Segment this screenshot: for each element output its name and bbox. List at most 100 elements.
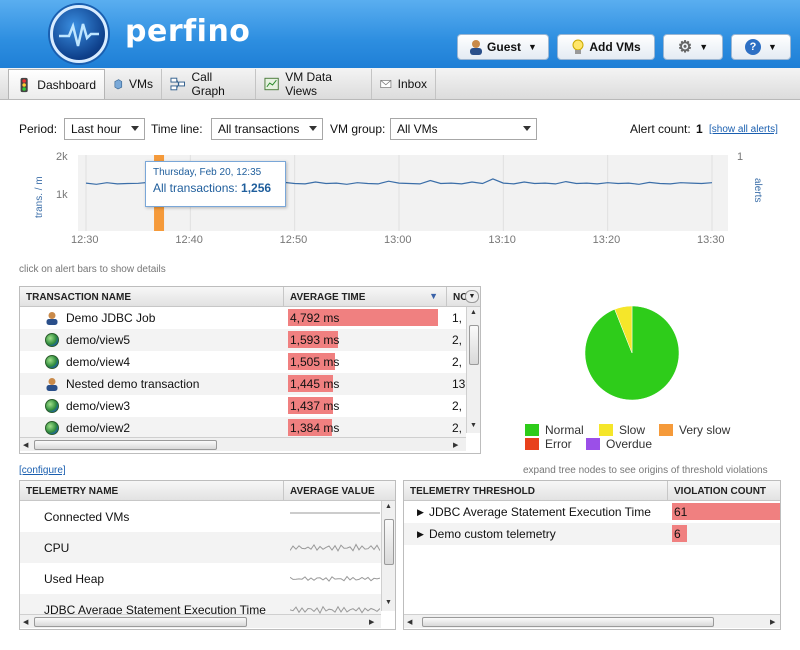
col-telemetry-name[interactable]: TELEMETRY NAME xyxy=(20,481,284,501)
average-time-value: 1,593 ms xyxy=(290,333,340,347)
timeline-select[interactable]: All transactions xyxy=(211,118,323,140)
tooltip-date: Thursday, Feb 20, 12:35 xyxy=(153,167,262,178)
threshold-row[interactable]: ▶ Demo custom telemetry 6 xyxy=(404,523,780,545)
column-menu-icon[interactable]: ▼ xyxy=(465,290,479,303)
scroll-thumb[interactable] xyxy=(384,519,394,565)
scroll-down-icon[interactable]: ▼ xyxy=(470,422,477,429)
tab-inbox[interactable]: Inbox xyxy=(372,69,436,99)
guest-menu-button[interactable]: Guest ▼ xyxy=(457,34,549,60)
app-header: perfino Guest ▼ Add VMs ⚙ ▼ ? ▼ xyxy=(0,0,800,68)
average-time-value: 1,437 ms xyxy=(290,399,340,413)
inbox-icon xyxy=(380,79,392,89)
table-row[interactable]: demo/view3 1,437 ms 2, xyxy=(20,395,466,417)
scroll-up-icon[interactable]: ▲ xyxy=(385,503,392,510)
scroll-right-icon[interactable]: ▶ xyxy=(453,441,458,449)
chevron-down-icon xyxy=(131,126,139,131)
scroll-thumb[interactable] xyxy=(422,617,714,627)
add-vms-button[interactable]: Add VMs xyxy=(557,34,655,60)
scroll-thumb[interactable] xyxy=(34,617,247,627)
threshold-name: Demo custom telemetry xyxy=(429,527,556,541)
x-tick-label: 12:40 xyxy=(175,234,203,246)
scroll-right-icon[interactable]: ▶ xyxy=(770,618,775,626)
legend-error: Error xyxy=(525,437,572,451)
table-row[interactable]: Demo JDBC Job 4,792 ms 1, xyxy=(20,307,466,329)
telemetry-row[interactable]: Used Heap xyxy=(20,563,381,594)
telemetry-name: Connected VMs xyxy=(44,510,130,524)
col-transaction-name[interactable]: TRANSACTION NAME xyxy=(20,287,284,307)
violation-count-cell: 61 xyxy=(672,501,780,523)
x-tick-label: 12:50 xyxy=(279,234,308,246)
alerts-axis-label: alerts xyxy=(752,178,763,203)
traffic-light-icon xyxy=(20,77,28,92)
timeline-value: All transactions xyxy=(218,122,300,136)
threshold-table: TELEMETRY THRESHOLD VIOLATION COUNT ▶ JDB… xyxy=(403,480,781,630)
lightbulb-icon xyxy=(572,39,584,54)
scroll-down-icon[interactable]: ▼ xyxy=(385,599,392,606)
scroll-up-icon[interactable]: ▲ xyxy=(470,309,477,316)
globe-icon xyxy=(45,399,59,413)
telemetry-vertical-scrollbar[interactable]: ▲ ▼ xyxy=(381,501,395,611)
scroll-left-icon[interactable]: ◀ xyxy=(23,441,28,449)
table-row[interactable]: demo/view4 1,505 ms 2, xyxy=(20,351,466,373)
call-graph-icon xyxy=(170,77,186,91)
chevron-down-icon: ▼ xyxy=(528,42,537,52)
table-row[interactable]: demo/view5 1,593 ms 2, xyxy=(20,329,466,351)
violation-count-cell: 6 xyxy=(672,523,780,545)
scroll-left-icon[interactable]: ◀ xyxy=(23,618,28,626)
tab-vm-data-views[interactable]: VM Data Views xyxy=(256,69,372,99)
average-time-cell: 1,437 ms xyxy=(288,395,442,417)
average-time-value: 1,445 ms xyxy=(290,377,340,391)
x-tick-label: 13:00 xyxy=(384,234,412,246)
tab-call-graph[interactable]: Call Graph xyxy=(162,69,256,99)
transaction-name: demo/view3 xyxy=(66,399,131,413)
col-telemetry-threshold[interactable]: TELEMETRY THRESHOLD xyxy=(404,481,668,501)
violation-count-value: 6 xyxy=(674,527,681,541)
brand-name: perfino xyxy=(125,14,251,49)
scroll-thumb[interactable] xyxy=(469,325,479,365)
tab-dashboard[interactable]: Dashboard xyxy=(8,69,105,99)
table-row[interactable]: Nested demo transaction 1,445 ms 13 xyxy=(20,373,466,395)
transaction-name: demo/view5 xyxy=(66,333,131,347)
violation-count-value: 61 xyxy=(674,505,688,519)
telemetry-row[interactable]: CPU xyxy=(20,532,381,563)
threshold-horizontal-scrollbar[interactable]: ◀ ▶ xyxy=(404,614,780,628)
transactions-table: TRANSACTION NAME AVERAGE TIME ▼ NO ▼ Dem… xyxy=(19,286,481,454)
help-menu-button[interactable]: ? ▼ xyxy=(731,34,791,60)
y-axis-label: trans. / m xyxy=(34,176,45,218)
show-all-alerts-link[interactable]: [show all alerts] xyxy=(709,124,778,135)
transaction-status-pie[interactable] xyxy=(582,303,682,403)
expand-arrow-icon[interactable]: ▶ xyxy=(417,523,427,545)
legend-swatch xyxy=(659,424,673,436)
perfino-logo xyxy=(50,5,108,63)
telemetry-sparkline xyxy=(290,512,380,514)
legend-slow: Slow xyxy=(599,423,645,437)
transactions-vertical-scrollbar[interactable]: ▲ ▼ xyxy=(466,307,480,433)
count-cell: 2, xyxy=(452,333,463,347)
scroll-left-icon[interactable]: ◀ xyxy=(407,618,412,626)
chart-tooltip: Thursday, Feb 20, 12:35 All transactions… xyxy=(145,161,286,207)
user-icon xyxy=(470,40,483,55)
table-row[interactable]: demo/view2 1,384 ms 2, xyxy=(20,417,466,439)
tab-label: VM Data Views xyxy=(285,70,332,98)
threshold-row[interactable]: ▶ JDBC Average Statement Execution Time 61 xyxy=(404,501,780,523)
col-violation-count[interactable]: VIOLATION COUNT xyxy=(668,481,780,501)
col-average-value[interactable]: AVERAGE VALUE xyxy=(284,481,395,501)
vm-group-select[interactable]: All VMs xyxy=(390,118,537,140)
settings-menu-button[interactable]: ⚙ ▼ xyxy=(663,34,723,60)
transaction-name: demo/view4 xyxy=(66,355,131,369)
transactions-horizontal-scrollbar[interactable]: ◀ ▶ xyxy=(20,437,466,451)
telemetry-row[interactable]: Connected VMs xyxy=(20,501,381,532)
x-tick-label: 13:10 xyxy=(488,234,516,246)
telemetry-horizontal-scrollbar[interactable]: ◀ ▶ xyxy=(20,614,381,628)
col-average-time[interactable]: AVERAGE TIME ▼ xyxy=(284,287,447,307)
legend-very-slow: Very slow xyxy=(659,423,730,437)
period-select[interactable]: Last hour xyxy=(64,118,145,140)
configure-link[interactable]: [configure] xyxy=(19,465,66,476)
tab-vms[interactable]: VMs xyxy=(105,69,162,99)
scroll-right-icon[interactable]: ▶ xyxy=(369,618,374,626)
scroll-thumb[interactable] xyxy=(34,440,217,450)
tooltip-value: 1,256 xyxy=(241,181,272,195)
alert-count-value: 1 xyxy=(696,122,703,136)
expand-arrow-icon[interactable]: ▶ xyxy=(417,501,427,523)
count-cell: 1, xyxy=(452,311,463,325)
